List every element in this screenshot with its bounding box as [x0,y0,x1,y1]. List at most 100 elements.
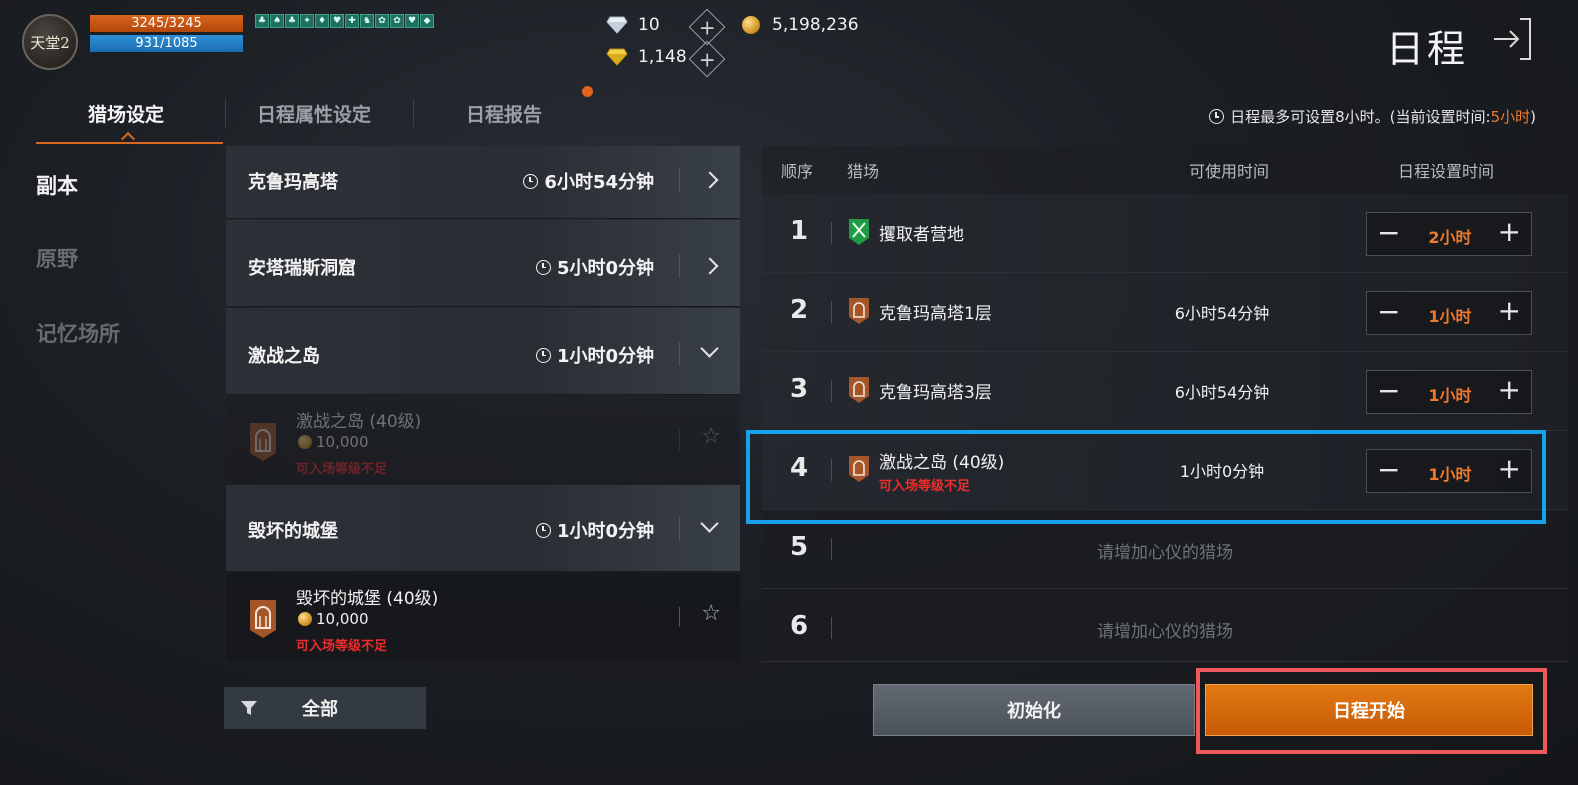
buff-icon: ♞ [360,14,374,28]
increase-button[interactable]: + [1498,216,1521,248]
level-warning: 可入场等级不足 [296,462,388,477]
buff-icon: ♦ [315,14,329,28]
subitem-cost: 10,000 [298,433,369,451]
logo-text: 天堂2 [30,33,70,52]
tower-gate-icon [849,377,869,403]
time-stepper: − 1小时 + [1366,370,1532,414]
schedule-row[interactable]: 2 克鲁玛高塔1层 6小时54分钟 − 1小时 + [762,273,1568,352]
buff-icon: ♥ [405,14,419,28]
header-set-time: 日程设置时间 [1398,162,1495,181]
empty-row-hint: 请增加心仪的猎场 [1097,543,1233,563]
nav-dungeon[interactable]: 副本 [36,170,78,200]
category-name: 激战之岛 [248,346,320,367]
clock-icon [1209,109,1225,124]
diamond-count: 10 [638,15,660,35]
subitem-name: 毁坏的城堡 (40级) [296,589,439,609]
yellow-gem-currency: 1,148 [606,47,687,67]
dungeon-subitem[interactable]: 激战之岛 (40级) 10,000 可入场等级不足 ☆ [226,396,740,484]
favorite-star-icon[interactable]: ☆ [701,603,721,625]
mp-bar: 931/1085 [90,35,243,52]
filter-button[interactable]: 全部 [224,687,426,729]
tab-schedule-report[interactable]: 日程报告 [466,100,542,127]
current-set-time: 5小时 [1490,108,1531,126]
tab-divider [225,99,226,127]
schedule-row[interactable]: 1 攫取者营地 − 2小时 + [762,194,1568,273]
crossed-swords-icon [849,219,869,245]
reset-button[interactable]: 初始化 [873,684,1195,736]
row-number: 3 [790,374,809,404]
divider [831,222,832,244]
gold-coin-icon [298,435,312,449]
add-yellow-gem-button[interactable]: + [688,40,726,78]
divider [679,168,680,192]
tower-gate-icon [250,600,276,638]
tower-gate-icon [849,298,869,324]
header-order: 顺序 [781,162,814,181]
buff-icon: ♠ [270,14,284,28]
buff-icon: ✿ [375,14,389,28]
buff-icon: ♣ [285,14,299,28]
subitem-cost: 10,000 [298,610,369,628]
tab-hunting-settings[interactable]: 猎场设定 [88,100,164,127]
empty-row-hint: 请增加心仪的猎场 [1097,622,1233,642]
subitem-name: 激战之岛 (40级) [296,412,422,432]
chevron-right-icon [701,257,719,275]
tower-gate-icon [250,423,276,461]
category-row[interactable]: 安塔瑞斯洞窟 5小时0分钟 [226,220,740,307]
clock-icon [535,347,551,363]
notification-dot [582,86,593,97]
subitem-cost-text: 10,000 [316,610,369,628]
clock-icon [535,522,551,538]
clock-icon [535,259,551,275]
gold-coin-icon [298,612,312,626]
category-time-text: 1小时0分钟 [556,521,654,542]
category-name: 克鲁玛高塔 [248,172,338,193]
chevron-down-icon [700,339,719,358]
buff-icon: ✦ [300,14,314,28]
page-title: 日程 [1385,27,1468,71]
tab-divider [413,99,414,127]
gold-count: 5,198,236 [772,15,859,35]
exit-icon[interactable] [1490,16,1534,62]
game-logo: 天堂2 [22,14,78,70]
favorite-star-icon[interactable]: ☆ [701,426,721,448]
header-available-time: 可使用时间 [1189,162,1270,181]
tab-schedule-attributes[interactable]: 日程属性设定 [257,100,371,127]
start-schedule-button[interactable]: 日程开始 [1205,684,1533,736]
category-name: 毁坏的城堡 [248,521,338,542]
category-row[interactable]: 克鲁玛高塔 6小时54分钟 [226,146,740,219]
schedule-row[interactable]: 3 克鲁玛高塔3层 6小时54分钟 − 1小时 + [762,352,1568,431]
time-stepper: − 1小时 + [1366,291,1532,335]
row-available-time: 6小时54分钟 [1174,383,1270,402]
clock-icon [523,173,539,189]
category-time-text: 1小时0分钟 [556,346,654,367]
buff-icon: ✚ [345,14,359,28]
yellow-gem-count: 1,148 [638,47,687,67]
schedule-limit-notice: 日程最多可设置8小时。(当前设置时间:5小时) [1209,106,1536,127]
category-time: 1小时0分钟 [535,517,654,543]
category-row[interactable]: 毁坏的城堡 1小时0分钟 [226,485,740,572]
increase-button[interactable]: + [1498,374,1521,406]
nav-field[interactable]: 原野 [36,243,78,273]
empty-schedule-row: 6 请增加心仪的猎场 [762,589,1568,662]
dungeon-subitem[interactable]: 毁坏的城堡 (40级) 10,000 可入场等级不足 ☆ [226,573,740,661]
buff-icon: ♥ [330,14,344,28]
gold-currency: 5,198,236 [742,15,859,35]
nav-memory-place[interactable]: 记忆场所 [36,318,120,348]
row-field-name: 克鲁玛高塔1层 [879,304,992,324]
divider [679,254,680,278]
increase-button[interactable]: + [1498,295,1521,327]
chevron-right-icon [701,171,719,189]
category-row[interactable]: 激战之岛 1小时0分钟 [226,308,740,395]
filter-icon [241,701,257,715]
subitem-cost-text: 10,000 [316,433,369,451]
yellow-gem-icon [606,48,628,66]
gold-coin-icon [742,16,760,34]
header-field: 猎场 [847,162,880,181]
buff-icon: ✿ [390,14,404,28]
row-field-name: 克鲁玛高塔3层 [879,383,992,403]
hp-bar: 3245/3245 [90,15,243,32]
divider [679,430,680,450]
notice-suffix: ) [1530,108,1536,126]
divider [831,301,832,323]
